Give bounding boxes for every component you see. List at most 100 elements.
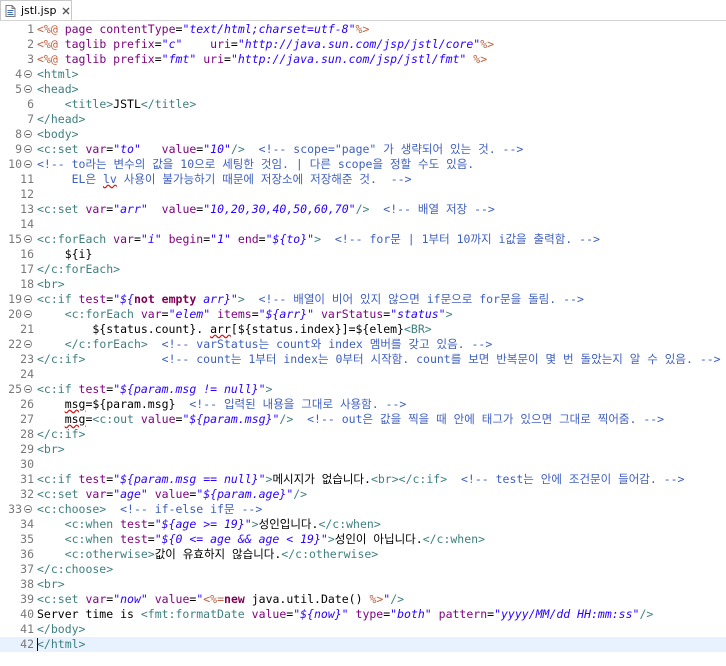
code-line[interactable]: 17 </c:forEach> bbox=[0, 262, 726, 277]
code-line[interactable]: 5 <head> bbox=[0, 82, 726, 97]
code-token: test bbox=[78, 472, 107, 486]
code-line[interactable]: 21 ${status.count}. arr[${status.index}]… bbox=[0, 322, 726, 337]
code-token: "fmt" bbox=[161, 52, 197, 66]
fold-toggle-icon[interactable] bbox=[24, 85, 32, 93]
code-token: <br></c:if> bbox=[370, 472, 448, 486]
code-line[interactable]: 2 <%@ taglib prefix="c" uri="http://java.… bbox=[0, 37, 726, 52]
code-line[interactable]: 14 bbox=[0, 217, 726, 232]
code-line[interactable]: 35 <c:when test="${0 <= age && age < 19}… bbox=[0, 532, 726, 547]
code-text: msg=${param.msg} <!-- 입력된 내용을 그대로 사용함. -… bbox=[37, 397, 407, 412]
code-text: <c:if test="${not empty arr}"> <!-- 배열이 … bbox=[37, 292, 584, 307]
tab-jstl-jsp[interactable]: jstl.jsp bbox=[0, 0, 72, 20]
code-token: <c:set bbox=[37, 142, 86, 156]
code-token: JSTL bbox=[113, 97, 141, 111]
fold-toggle-icon[interactable] bbox=[24, 130, 32, 138]
close-icon[interactable] bbox=[61, 6, 71, 16]
code-line[interactable]: 7 </head> bbox=[0, 112, 726, 127]
code-line[interactable]: 20 <c:forEach var="elem" items="${arr}" … bbox=[0, 307, 726, 322]
code-token: msg bbox=[64, 412, 86, 426]
code-line[interactable]: 13 <c:set var="arr" value="10,20,30,40,50… bbox=[0, 202, 726, 217]
code-line[interactable]: 39 <c:set var="now" value="<%=new java.ut… bbox=[0, 592, 726, 607]
code-line[interactable]: 28 </c:if> bbox=[0, 427, 726, 442]
code-token: <c:if bbox=[37, 472, 79, 486]
code-line[interactable]: 36 <c:otherwise>값이 유효하지 않습니다.</c:otherwi… bbox=[0, 547, 726, 562]
code-editor[interactable]: 1 <%@ page contentType="text/html;charset… bbox=[0, 22, 726, 666]
code-text: </body> bbox=[37, 622, 85, 637]
code-token: <%@ bbox=[37, 22, 65, 36]
code-line[interactable]: 31 <c:if test="${param.msg == null}">메시지가… bbox=[0, 472, 726, 487]
code-token: /> bbox=[639, 607, 654, 621]
fold-toggle-icon[interactable] bbox=[24, 505, 32, 513]
code-token: items bbox=[217, 307, 252, 321]
code-line[interactable]: 6 <title>JSTL</title> bbox=[0, 97, 726, 112]
code-token: "elem" bbox=[168, 307, 211, 321]
fold-toggle-icon[interactable] bbox=[24, 70, 32, 78]
code-line[interactable]: 22 </c:forEach> <!-- varStatus는 count와 i… bbox=[0, 337, 726, 352]
code-line[interactable]: 9 <c:set var="to" value="10"/> <!-- scope… bbox=[0, 142, 726, 157]
code-line[interactable]: 30 bbox=[0, 457, 726, 472]
code-line[interactable]: 40 Server time is <fmt:formatDate value="… bbox=[0, 607, 726, 622]
code-line[interactable]: 16 ${i} bbox=[0, 247, 726, 262]
line-number: 41 bbox=[20, 622, 34, 636]
code-line[interactable]: 19 <c:if test="${not empty arr}"> <!-- 배열… bbox=[0, 292, 726, 307]
line-number: 32 bbox=[20, 487, 34, 501]
code-line[interactable]: 1 <%@ page contentType="text/html;charset… bbox=[0, 22, 726, 37]
code-line[interactable]: 24 bbox=[0, 367, 726, 382]
code-line[interactable]: 27 msg=<c:out value="${param.msg}"/> <!-… bbox=[0, 412, 726, 427]
line-number: 10 bbox=[8, 157, 22, 171]
fold-toggle-icon[interactable] bbox=[24, 295, 32, 303]
code-line[interactable]: 26 msg=${param.msg} <!-- 입력된 내용을 그대로 사용함… bbox=[0, 397, 726, 412]
code-token: = bbox=[161, 307, 169, 321]
code-text: <c:when test="${0 <= age && age < 19}">성… bbox=[37, 532, 485, 547]
fold-toggle-icon[interactable] bbox=[24, 145, 32, 153]
code-token: > bbox=[327, 532, 335, 546]
code-token: <!-- scope="page" 가 생략되어 있는 것. --> bbox=[258, 142, 524, 156]
code-token: "text/html;charset=utf-8" bbox=[182, 22, 356, 36]
code-token: new bbox=[224, 592, 245, 606]
code-line[interactable]: 18 <br> bbox=[0, 277, 726, 292]
code-line[interactable]: 37 </c:choose> bbox=[0, 562, 726, 577]
code-line[interactable]: 3 <%@ taglib prefix="fmt" uri="http://jav… bbox=[0, 52, 726, 67]
code-line[interactable]: 25 <c:if test="${param.msg != null}"> bbox=[0, 382, 726, 397]
code-line[interactable]: 8 <body> bbox=[0, 127, 726, 142]
code-token: var bbox=[140, 307, 162, 321]
code-line[interactable]: 42 </html> bbox=[0, 637, 726, 652]
code-text: <%@ taglib prefix="c" uri="http://java.s… bbox=[37, 37, 494, 52]
code-text: EL은 lv 사용이 불가능하기 때문에 저장소에 저장해준 것. --> bbox=[37, 172, 412, 187]
code-line[interactable]: 12 bbox=[0, 187, 726, 202]
code-token: lv bbox=[102, 172, 117, 186]
code-token: test bbox=[78, 382, 107, 396]
code-line[interactable]: 41 </body> bbox=[0, 622, 726, 637]
line-number: 40 bbox=[20, 607, 34, 621]
code-line[interactable]: 38 <br> bbox=[0, 577, 726, 592]
code-line[interactable]: 29 <br> bbox=[0, 442, 726, 457]
code-token: arr}" bbox=[196, 292, 238, 306]
fold-toggle-icon[interactable] bbox=[24, 385, 32, 393]
code-line[interactable]: 32 <c:set var="age" value="${param.age}"/… bbox=[0, 487, 726, 502]
code-token: <!-- 배열이 비어 있지 않으면 if문으로 for문을 돌림. --> bbox=[258, 292, 584, 306]
code-token: "to" bbox=[113, 142, 141, 156]
code-token: 성인입니다. bbox=[258, 517, 319, 531]
code-token: "10" bbox=[203, 142, 231, 156]
code-token: value bbox=[161, 142, 197, 156]
code-line[interactable]: 4 <html> bbox=[0, 67, 726, 82]
code-token: /> bbox=[279, 412, 294, 426]
code-token: prefix bbox=[113, 52, 155, 66]
fold-toggle-icon[interactable] bbox=[24, 340, 32, 348]
code-line[interactable]: 34 <c:when test="${age >= 19}">성인입니다.</c… bbox=[0, 517, 726, 532]
code-token: "c" bbox=[161, 37, 183, 51]
code-line[interactable]: 11 EL은 lv 사용이 불가능하기 때문에 저장소에 저장해준 것. --> bbox=[0, 172, 726, 187]
code-line[interactable]: 10 <!-- to라는 변수의 값을 10으로 세팅한 것임. | 다른 sco… bbox=[0, 157, 726, 172]
fold-toggle-icon[interactable] bbox=[24, 160, 32, 168]
fold-toggle-icon[interactable] bbox=[24, 310, 32, 318]
code-line[interactable]: 33 <c:choose> <!-- if-else if문 --> bbox=[0, 502, 726, 517]
fold-toggle-icon[interactable] bbox=[24, 235, 32, 243]
code-text: <br> bbox=[37, 442, 65, 457]
code-line[interactable]: 15 <c:forEach var="i" begin="1" end="${to… bbox=[0, 232, 726, 247]
code-line[interactable]: 23 </c:if> <!-- count는 1부터 index는 0부터 시작함… bbox=[0, 352, 726, 367]
